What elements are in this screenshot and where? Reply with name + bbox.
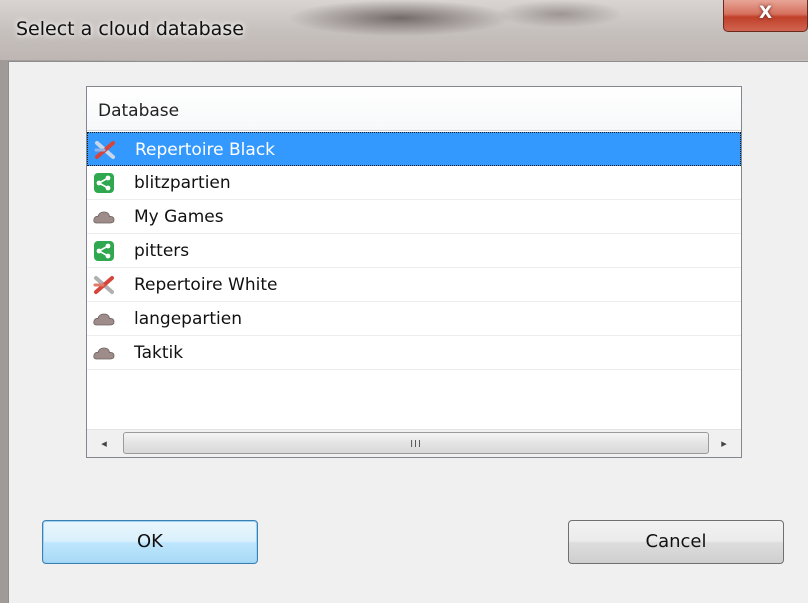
horizontal-scrollbar[interactable]: ◂ III ▸ xyxy=(87,429,741,457)
list-item-label: Repertoire Black xyxy=(135,140,276,160)
list-item-label: Repertoire White xyxy=(134,275,278,295)
list-item[interactable]: langepartien xyxy=(87,302,741,336)
scroll-thumb-grip: III xyxy=(410,439,422,450)
scroll-left-button[interactable]: ◂ xyxy=(87,430,121,457)
close-button[interactable]: X xyxy=(723,0,808,32)
dialog-window: Select a cloud database X Database Reper… xyxy=(0,0,808,603)
list-item[interactable]: Repertoire Black xyxy=(87,132,741,166)
title-bar[interactable]: Select a cloud database X xyxy=(0,0,808,60)
list-item-label: blitzpartien xyxy=(134,173,231,193)
share-icon xyxy=(93,241,115,261)
list-item[interactable]: Repertoire White xyxy=(87,268,741,302)
list-item[interactable]: My Games xyxy=(87,200,741,234)
cloud-icon xyxy=(93,309,115,329)
repertoire-icon xyxy=(93,275,115,295)
list-item[interactable]: blitzpartien xyxy=(87,166,741,200)
list-item-label: Taktik xyxy=(134,343,184,363)
ok-button[interactable]: OK xyxy=(42,520,258,564)
list-item-label: pitters xyxy=(134,241,190,261)
share-icon xyxy=(93,173,115,193)
repertoire-icon xyxy=(94,140,116,160)
list-item[interactable]: pitters xyxy=(87,234,741,268)
database-list[interactable]: Database Repertoire Black blitzpartien M… xyxy=(86,86,742,458)
cloud-icon xyxy=(93,343,115,363)
column-header-label: Database xyxy=(98,101,180,121)
list-item-label: My Games xyxy=(134,207,224,227)
cloud-icon xyxy=(93,207,115,227)
list-item[interactable]: Taktik xyxy=(87,336,741,370)
scroll-thumb[interactable]: III xyxy=(123,432,709,454)
window-title: Select a cloud database xyxy=(16,18,244,40)
database-rows: Repertoire Black blitzpartien My Games p… xyxy=(87,132,741,370)
list-item-label: langepartien xyxy=(134,309,242,329)
cancel-button[interactable]: Cancel xyxy=(568,520,784,564)
scroll-right-button[interactable]: ▸ xyxy=(707,430,741,457)
column-header-database[interactable]: Database xyxy=(87,87,741,131)
